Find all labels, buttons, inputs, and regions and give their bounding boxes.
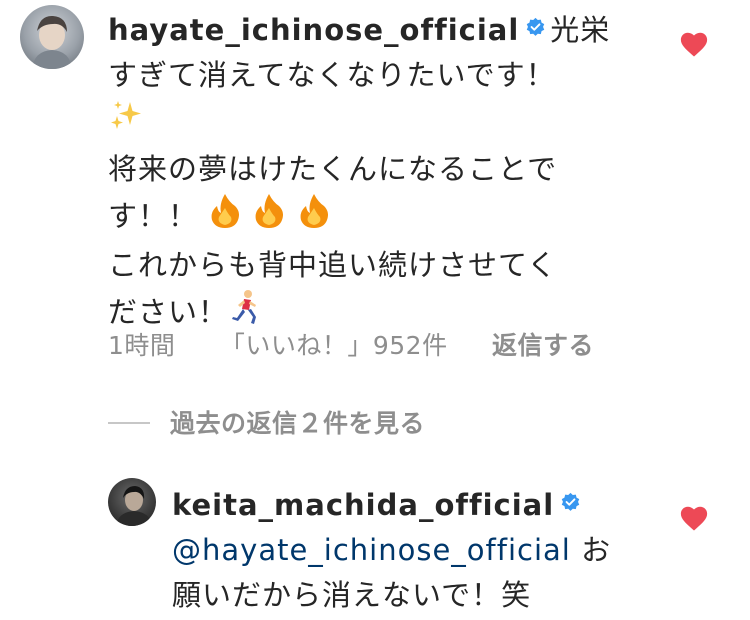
like-heart-icon[interactable] (679, 30, 709, 58)
fire-icon (297, 192, 331, 243)
view-replies-label: 過去の返信２件を見る (170, 409, 426, 438)
fire-icon (208, 192, 242, 243)
comment-username[interactable]: keita_machida_official (172, 488, 554, 522)
comment-text-line: お (581, 533, 612, 567)
comment-meta: 1時間 「いいね！」952件 返信する (108, 326, 630, 362)
sparkles-icon (108, 98, 144, 147)
comment-text-line: 光栄 (550, 13, 611, 47)
comment-text-line: ださい！ (108, 295, 229, 329)
verified-badge-icon (560, 481, 581, 511)
like-heart-icon[interactable] (679, 504, 709, 532)
comment-text-line: 願いだから消えないで！笑 (172, 578, 532, 612)
comment-text-line: 将来の夢はけたくんになることで (108, 152, 558, 186)
comment-username[interactable]: hayate_ichinose_official (108, 13, 519, 47)
comment-text: hayate_ichinose_official 光栄 すぎて消えてなくなりたいで… (108, 6, 610, 339)
mention-link[interactable]: @hayate_ichinose_official (172, 533, 571, 567)
comment-text-line: すぎて消えてなくなりたいです！ (108, 58, 556, 92)
avatar[interactable] (20, 5, 84, 69)
likes-count-link[interactable]: 「いいね！」952件 (220, 331, 448, 360)
reply-button[interactable]: 返信する (492, 331, 594, 360)
verified-badge-icon (525, 6, 546, 36)
comment-text-line: これからも背中追い続けさせてく (108, 248, 558, 282)
comment-text: keita_machida_official @hayate_ichinose_… (172, 481, 611, 618)
view-replies-button[interactable]: 過去の返信２件を見る (108, 404, 425, 440)
comment-text-line: す！！ (108, 199, 199, 233)
avatar-photo-icon (32, 15, 72, 69)
divider-line (108, 422, 150, 424)
avatar-photo-icon (116, 486, 152, 526)
fire-icon (252, 192, 286, 243)
comment-time: 1時間 (108, 331, 176, 360)
avatar[interactable] (108, 478, 156, 526)
